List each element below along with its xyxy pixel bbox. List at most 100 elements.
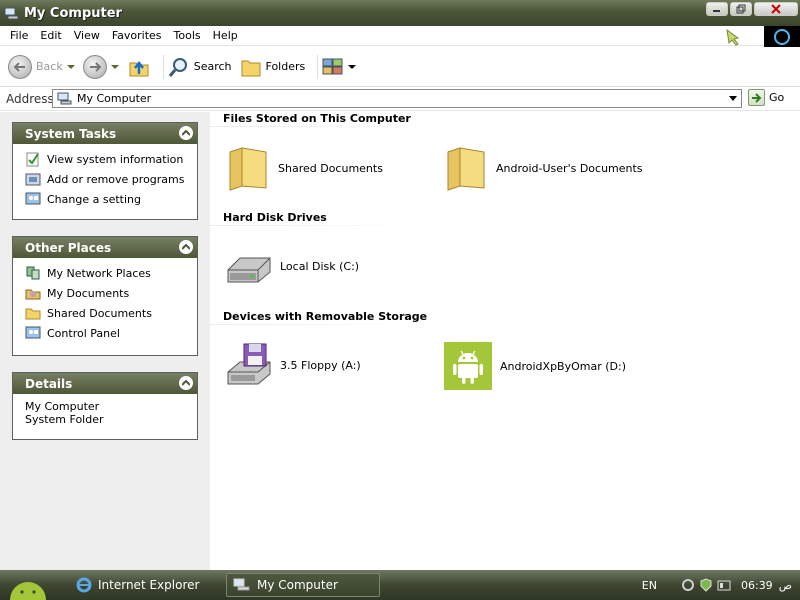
item-floppy-a[interactable]: 3.5 Floppy (A:) [224, 342, 361, 388]
menu-view[interactable]: View [68, 29, 106, 42]
item-shared-documents[interactable]: Shared Documents [226, 144, 383, 192]
menu-help[interactable]: Help [207, 29, 244, 42]
folders-icon [241, 60, 261, 76]
menu-file[interactable]: File [4, 29, 34, 42]
item-label: Local Disk (C:) [280, 259, 360, 273]
place-shared-documents[interactable]: Shared Documents [25, 303, 197, 323]
info-check-icon [26, 152, 39, 167]
group-divider [210, 126, 418, 127]
back-dropdown-icon[interactable] [66, 64, 75, 69]
place-my-network-places[interactable]: My Network Places [25, 263, 197, 283]
system-tray: EN 06:39 ص [642, 570, 800, 600]
start-button[interactable] [0, 570, 56, 600]
chevron-up-icon [182, 380, 190, 386]
item-android-user-documents[interactable]: Android-User's Documents [444, 144, 643, 192]
language-indicator[interactable]: EN [642, 579, 657, 592]
collapse-button[interactable] [179, 376, 193, 390]
place-label: My Network Places [47, 266, 151, 280]
back-arrow-icon [8, 54, 32, 79]
restore-icon [736, 4, 746, 14]
task-label: Change a setting [47, 192, 141, 206]
close-button[interactable] [754, 2, 798, 16]
address-dropdown-button[interactable] [726, 91, 740, 106]
search-button[interactable]: Search [168, 56, 232, 78]
address-bar: Address My Computer Go [0, 87, 800, 111]
window-controls [706, 2, 798, 16]
up-folder-button[interactable] [127, 55, 151, 79]
group-divider [210, 324, 418, 325]
task-view-system-information[interactable]: View system information [25, 149, 197, 169]
details-title: Details [25, 376, 73, 391]
content-pane: Files Stored on This Computer Shared Doc… [210, 112, 800, 570]
restore-button[interactable] [730, 2, 752, 16]
folder-icon [25, 308, 41, 320]
place-my-documents[interactable]: My Documents [25, 283, 197, 303]
chevron-down-icon [729, 96, 737, 101]
forward-button[interactable] [82, 54, 119, 79]
group-divider [210, 225, 418, 226]
task-change-setting[interactable]: Change a setting [25, 189, 197, 209]
back-label: Back [36, 60, 63, 73]
volume-tray-icon[interactable] [717, 578, 731, 592]
item-label: 3.5 Floppy (A:) [280, 358, 361, 372]
group-hard-disk-drives: Hard Disk Drives [223, 211, 327, 224]
place-control-panel[interactable]: Control Panel [25, 323, 197, 343]
throbber-logo [764, 26, 800, 48]
close-icon [771, 4, 781, 14]
other-places-title: Other Places [25, 240, 112, 255]
clock[interactable]: 06:39 [741, 579, 773, 592]
group-files-stored: Files Stored on This Computer [223, 112, 411, 125]
views-button[interactable] [322, 57, 357, 77]
security-tray-icon[interactable] [699, 578, 713, 592]
toolbar-separator [317, 54, 319, 79]
collapse-button[interactable] [179, 126, 193, 140]
computer-icon [4, 7, 19, 20]
minimize-icon [713, 10, 720, 12]
other-places-header[interactable]: Other Places [13, 237, 197, 258]
menu-favorites[interactable]: Favorites [106, 29, 168, 42]
go-button[interactable]: Go [748, 89, 784, 106]
collapse-button[interactable] [179, 240, 193, 254]
go-arrow-icon [748, 89, 765, 106]
taskbar-my-computer[interactable]: My Computer [226, 573, 380, 597]
control-panel-icon [25, 326, 41, 339]
menu-edit[interactable]: Edit [34, 29, 67, 42]
folders-button[interactable]: Folders [240, 56, 306, 78]
windows-flag-arrow-icon [726, 28, 740, 46]
folder-icon [229, 147, 267, 191]
views-icon [322, 58, 343, 74]
details-name: My Computer [25, 400, 100, 413]
minimize-button[interactable] [706, 2, 728, 16]
views-dropdown-icon[interactable] [348, 64, 357, 69]
menu-tools[interactable]: Tools [168, 29, 207, 42]
item-android-drive-d[interactable]: AndroidXpByOmar (D:) [444, 342, 626, 390]
network-tray-icon[interactable] [681, 578, 695, 592]
address-value: My Computer [77, 92, 152, 105]
folders-label: Folders [265, 60, 306, 73]
place-label: Shared Documents [47, 306, 152, 320]
task-label: View system information [47, 152, 184, 166]
taskbar-button-label: Internet Explorer [98, 578, 200, 592]
details-header[interactable]: Details [13, 373, 197, 394]
task-add-remove-programs[interactable]: Add or remove programs [25, 169, 197, 189]
search-icon [168, 57, 187, 77]
android-drive-icon [444, 342, 492, 390]
computer-icon [57, 92, 72, 104]
item-label: Android-User's Documents [496, 161, 643, 175]
taskbar-internet-explorer[interactable]: Internet Explorer [70, 573, 220, 597]
system-tasks-header[interactable]: System Tasks [13, 123, 197, 144]
folder-icon [447, 147, 485, 191]
forward-dropdown-icon[interactable] [110, 64, 119, 69]
item-local-disk-c[interactable]: Local Disk (C:) [224, 246, 359, 286]
network-icon [26, 266, 40, 280]
address-field[interactable]: My Computer [52, 89, 742, 108]
up-folder-icon [129, 60, 149, 76]
back-button[interactable]: Back [8, 54, 75, 79]
item-label: AndroidXpByOmar (D:) [500, 359, 626, 373]
toolbar-separator [162, 54, 164, 79]
title-bar[interactable]: My Computer [0, 0, 800, 26]
documents-icon [25, 289, 41, 300]
computer-icon [233, 578, 250, 591]
android-start-icon [10, 582, 46, 600]
taskbar-button-label: My Computer [257, 578, 338, 592]
